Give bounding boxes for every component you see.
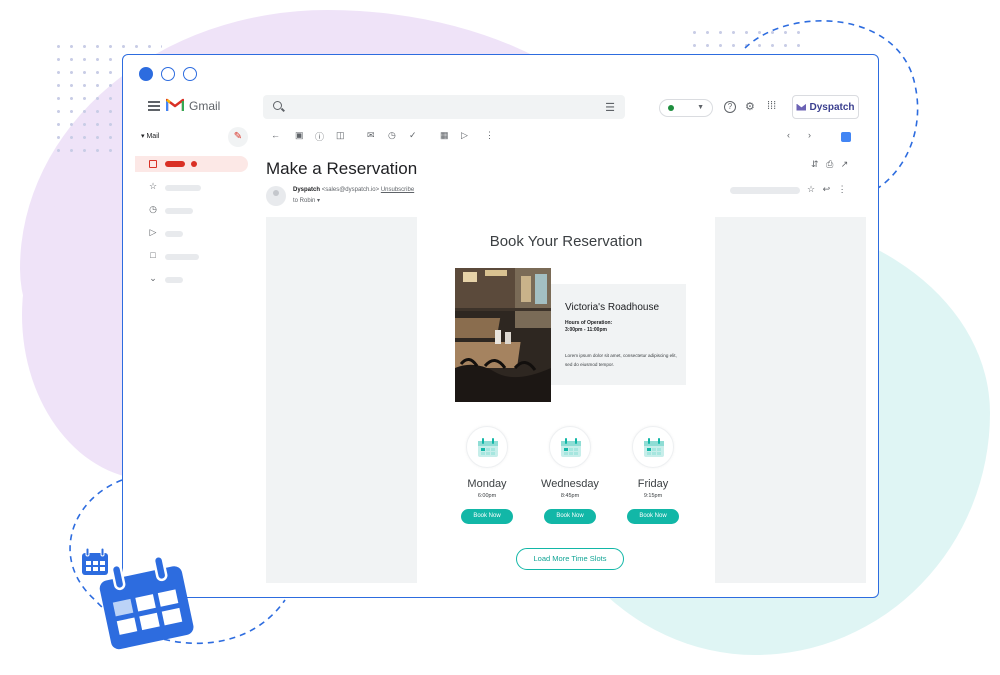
small-calendar-icon	[82, 547, 108, 575]
large-calendar-icon	[99, 554, 194, 650]
decorative-calendars	[82, 547, 194, 650]
